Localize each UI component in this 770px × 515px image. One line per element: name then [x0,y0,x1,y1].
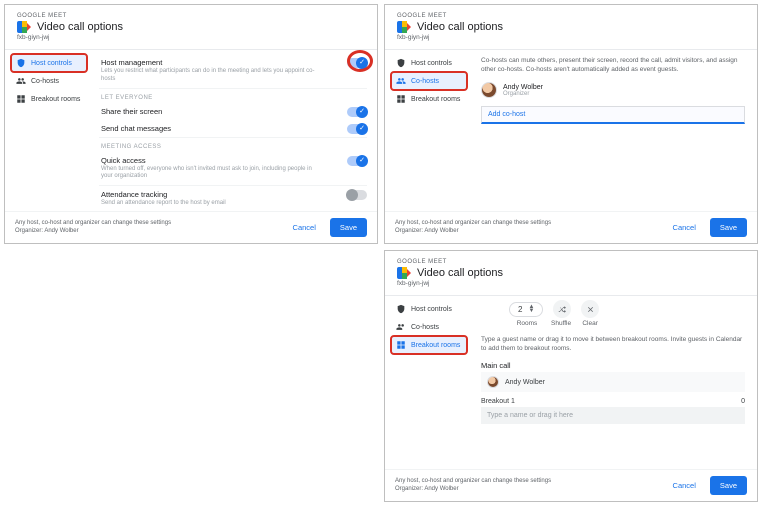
meet-icon [397,21,411,33]
sidebar-item-cohosts[interactable]: Co-hosts [391,72,467,90]
app-label: GOOGLE MEET [397,13,745,19]
meeting-code: fxb-giyn-jwj [17,34,365,41]
room-count-value: 2 [518,305,522,314]
meeting-code: fxb-giyn-jwj [397,34,745,41]
toggle-quick-access[interactable] [347,156,367,166]
breakout-room-name: Breakout 1 [481,398,515,405]
sidebar-item-label: Host controls [31,60,72,67]
meet-icon [17,21,31,33]
page-title: Video call options [417,21,503,33]
setting-quick-access: Quick access When turned off, everyone w… [99,152,367,187]
setting-description: Lets you restrict what participants can … [101,68,365,84]
setting-description: When turned off, everyone who isn't invi… [101,166,365,182]
main-call-heading: Main call [481,361,745,370]
page-title: Video call options [37,21,123,33]
save-button[interactable]: Save [710,476,747,495]
setting-label: Share their screen [101,107,365,116]
app-label: GOOGLE MEET [17,13,365,19]
grid-icon [396,94,406,104]
label-rooms: Rooms [513,320,541,327]
sidebar-item-label: Breakout rooms [411,96,460,103]
save-button[interactable]: Save [330,218,367,237]
shuffle-icon [558,305,567,314]
close-icon [586,305,595,314]
toggle-chat[interactable] [347,124,367,134]
breakout-add-input[interactable]: Type a name or drag it here [481,407,745,424]
sidebar-item-host-controls[interactable]: Host controls [11,54,87,72]
cancel-button[interactable]: Cancel [663,476,706,495]
sidebar-item-breakout[interactable]: Breakout rooms [391,90,467,108]
sidebar-item-label: Co-hosts [411,324,439,331]
meet-icon [397,267,411,279]
grid-icon [396,340,406,350]
section-meeting-access: MEETING ACCESS [101,144,367,150]
shield-lock-icon [16,58,26,68]
sidebar-item-label: Host controls [411,306,452,313]
section-let-everyone: LET EVERYONE [101,95,367,101]
grid-icon [16,94,26,104]
save-button[interactable]: Save [710,218,747,237]
label-shuffle: Shuffle [551,320,571,327]
stepper-arrows-icon[interactable]: ▲▼ [528,305,534,313]
shield-lock-icon [396,58,406,68]
room-count-stepper[interactable]: 2 ▲▼ [509,302,543,317]
setting-label: Host management [101,58,365,67]
setting-attendance: Attendance tracking Send an attendance r… [99,186,367,212]
setting-label: Quick access [101,156,365,165]
avatar [481,82,497,98]
main-call-row[interactable]: Andy Wolber [481,372,745,392]
setting-host-management: Host management Lets you restrict what p… [99,54,367,89]
breakout-room-count: 0 [741,398,745,405]
people-icon [396,76,406,86]
setting-label: Attendance tracking [101,190,365,199]
shield-lock-icon [396,304,406,314]
sidebar-item-label: Host controls [411,60,452,67]
footer-note: Any host, co-host and organizer can chan… [395,220,659,236]
sidebar-item-label: Co-hosts [411,78,439,85]
sidebar-item-breakout[interactable]: Breakout rooms [11,90,87,108]
toggle-attendance[interactable] [347,190,367,200]
sidebar-item-label: Breakout rooms [411,342,460,349]
setting-chat: Send chat messages [99,120,367,138]
sidebar-item-cohosts[interactable]: Co-hosts [391,318,467,336]
people-icon [16,76,26,86]
organizer-row: Andy Wolber Organizer [479,80,747,100]
cohost-intro: Co-hosts can mute others, present their … [479,54,747,80]
cancel-button[interactable]: Cancel [283,218,326,237]
setting-label: Send chat messages [101,124,365,133]
avatar [487,376,499,388]
footer-note: Any host, co-host and organizer can chan… [395,478,659,494]
sidebar-item-host-controls[interactable]: Host controls [391,54,467,72]
person-name: Andy Wolber [503,84,543,91]
people-icon [396,322,406,332]
setting-share-screen: Share their screen [99,103,367,120]
sidebar-item-label: Breakout rooms [31,96,80,103]
annotation-circle [347,50,373,72]
cancel-button[interactable]: Cancel [663,218,706,237]
label-clear: Clear [581,320,599,327]
sidebar-item-host-controls[interactable]: Host controls [391,300,467,318]
person-name: Andy Wolber [505,379,545,386]
sidebar-item-breakout[interactable]: Breakout rooms [391,336,467,354]
sidebar-item-label: Co-hosts [31,78,59,85]
person-role: Organizer [503,91,543,97]
footer-note: Any host, co-host and organizer can chan… [15,220,279,236]
breakout-intro: Type a guest name or drag it to move it … [479,333,747,359]
clear-button[interactable] [581,300,599,318]
toggle-share-screen[interactable] [347,107,367,117]
add-cohost-input[interactable]: Add co-host [481,106,745,124]
setting-description: Send an attendance report to the host by… [101,200,365,208]
page-title: Video call options [417,267,503,279]
sidebar-item-cohosts[interactable]: Co-hosts [11,72,87,90]
meeting-code: fxb-giyn-jwj [397,280,745,287]
shuffle-button[interactable] [553,300,571,318]
app-label: GOOGLE MEET [397,259,745,265]
